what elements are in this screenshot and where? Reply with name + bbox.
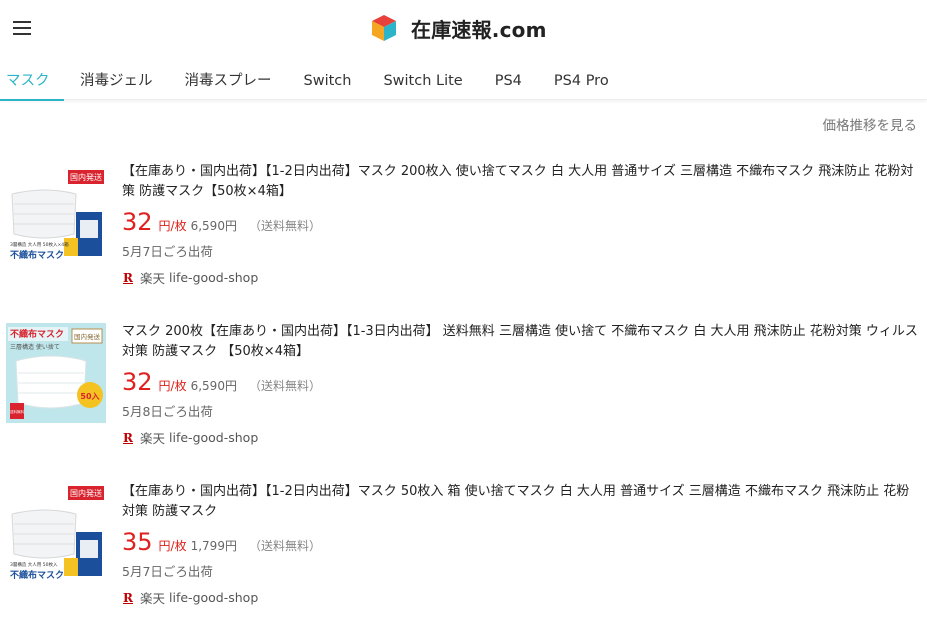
shop-link[interactable]: R 楽天 life-good-shop <box>122 588 918 607</box>
price-history-link[interactable]: 価格推移を見る <box>823 114 918 134</box>
thumb-badge: 国内発送 <box>70 488 102 498</box>
thumb-sub: 3層構造 大人用 50枚入 <box>10 561 58 568</box>
product-thumbnail[interactable]: 国内発送 3層構造 大人用 50枚入×4箱 不織布マスク <box>6 164 106 264</box>
product-thumbnail[interactable]: 不織布マスク 三層構造 使い捨て 国内発送 50入 送料無料 <box>6 323 106 423</box>
tab-ps4[interactable]: PS4 <box>479 62 538 100</box>
shop-link[interactable]: R 楽天 life-good-shop <box>122 268 918 287</box>
shop-name: life-good-shop <box>169 590 259 605</box>
price-line: 32 円/枚 6,590円 （送料無料） <box>122 208 918 238</box>
thumb-sub: 三層構造 使い捨て <box>10 343 60 351</box>
total-price: 6,590円 <box>190 219 237 233</box>
thumb-badge: 国内発送 <box>70 172 102 182</box>
rakuten-icon: R <box>123 591 134 604</box>
tab-sanitizer-gel[interactable]: 消毒ジェル <box>64 62 169 100</box>
unit-price: 35 <box>122 528 153 556</box>
svg-text:R: R <box>123 431 134 444</box>
thumb-badge: 国内発送 <box>74 332 101 341</box>
category-tabs: マスク 消毒ジェル 消毒スプレー Switch Switch Lite PS4 … <box>0 62 927 101</box>
ship-date: 5月7日ごろ出荷 <box>122 244 213 259</box>
rakuten-icon: R <box>123 271 134 284</box>
unit-price: 32 <box>122 208 153 236</box>
mask-product-image: 国内発送 3層構造 大人用 50枚入 不織布マスク <box>6 484 106 584</box>
item-info: 【在庫あり・国内出荷】【1-2日内出荷】マスク 200枚入 使い捨てマスク 白 … <box>122 162 918 287</box>
app-header: 在庫速報.com <box>0 0 927 58</box>
unit-price: 32 <box>122 368 153 396</box>
tab-switch-lite[interactable]: Switch Lite <box>367 62 478 100</box>
price-line: 32 円/枚 6,590円 （送料無料） <box>122 368 918 398</box>
site-logo[interactable]: 在庫速報.com <box>371 13 547 43</box>
item-title-link[interactable]: 【在庫あり・国内出荷】【1-2日内出荷】マスク 200枚入 使い捨てマスク 白 … <box>122 162 918 202</box>
market-name: 楽天 <box>140 271 166 286</box>
thumb-count: 50入 <box>80 392 99 401</box>
tab-sanitizer-spray[interactable]: 消毒スプレー <box>169 62 288 100</box>
shipping-note: （送料無料） <box>248 219 321 233</box>
ship-date: 5月7日ごろ出荷 <box>122 564 213 579</box>
ship-date: 5月8日ごろ出荷 <box>122 404 213 419</box>
colored-cube-icon <box>372 15 396 41</box>
thumb-sub: 3層構造 大人用 50枚入×4箱 <box>10 241 69 248</box>
thumb-free-shipping: 送料無料 <box>10 409 24 414</box>
tab-mask[interactable]: マスク <box>0 62 64 101</box>
thumb-caption: 不織布マスク <box>10 569 64 581</box>
item-info: マスク 200枚【在庫あり・国内出荷】【1-3日内出荷】 送料無料 三層構造 使… <box>122 322 918 447</box>
market-name: 楽天 <box>140 431 166 446</box>
item-info: 【在庫あり・国内出荷】【1-2日内出荷】マスク 50枚入 箱 使い捨てマスク 白… <box>122 482 918 607</box>
list-item: 国内発送 3層構造 大人用 50枚入×4箱 不織布マスク 【在庫あり・国内出荷】… <box>0 162 927 302</box>
unit-label: 円/枚 <box>158 379 187 393</box>
mask-product-image: 不織布マスク 三層構造 使い捨て 国内発送 50入 送料無料 <box>6 323 106 423</box>
tab-ps4-pro[interactable]: PS4 Pro <box>538 62 625 100</box>
rakuten-icon: R <box>123 431 134 444</box>
unit-label: 円/枚 <box>158 539 187 553</box>
shop-link[interactable]: R 楽天 life-good-shop <box>122 428 918 447</box>
svg-text:R: R <box>123 271 134 284</box>
tab-switch[interactable]: Switch <box>288 62 368 100</box>
total-price: 6,590円 <box>190 379 237 393</box>
site-title: 在庫速報.com <box>411 17 547 42</box>
shop-name: life-good-shop <box>169 270 259 285</box>
price-line: 35 円/枚 1,799円 （送料無料） <box>122 528 918 558</box>
total-price: 1,799円 <box>190 539 237 553</box>
product-thumbnail[interactable]: 国内発送 3層構造 大人用 50枚入 不織布マスク <box>6 484 106 584</box>
shipping-note: （送料無料） <box>248 379 321 393</box>
mask-product-image: 国内発送 3層構造 大人用 50枚入×4箱 不織布マスク <box>6 164 106 264</box>
item-title-link[interactable]: マスク 200枚【在庫あり・国内出荷】【1-3日内出荷】 送料無料 三層構造 使… <box>122 322 918 362</box>
shipping-note: （送料無料） <box>248 539 321 553</box>
hamburger-menu-icon[interactable] <box>13 20 31 36</box>
list-item: 不織布マスク 三層構造 使い捨て 国内発送 50入 送料無料 マスク 200枚【… <box>0 322 927 462</box>
unit-label: 円/枚 <box>158 219 187 233</box>
thumb-caption: 不織布マスク <box>10 328 64 340</box>
shop-name: life-good-shop <box>169 430 259 445</box>
svg-text:R: R <box>123 591 134 604</box>
item-title-link[interactable]: 【在庫あり・国内出荷】【1-2日内出荷】マスク 50枚入 箱 使い捨てマスク 白… <box>122 482 918 522</box>
market-name: 楽天 <box>140 591 166 606</box>
list-item: 国内発送 3層構造 大人用 50枚入 不織布マスク 【在庫あり・国内出荷】【1-… <box>0 482 927 622</box>
thumb-caption: 不織布マスク <box>10 249 64 261</box>
